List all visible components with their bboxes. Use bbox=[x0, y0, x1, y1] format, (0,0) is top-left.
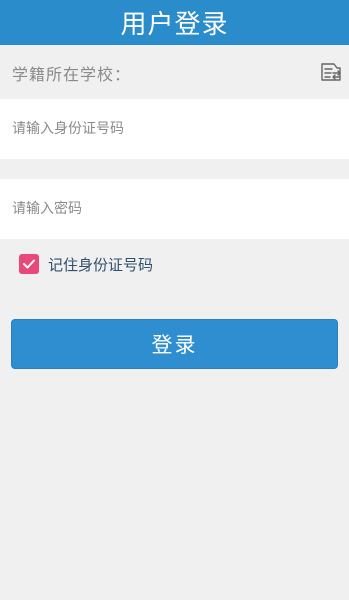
school-select-icon[interactable] bbox=[319, 61, 343, 83]
page-title: 用户登录 bbox=[120, 10, 229, 40]
password-field[interactable] bbox=[0, 179, 349, 239]
app-header: 用户登录 bbox=[0, 0, 349, 45]
remember-id-label: 记住身份证号码 bbox=[48, 255, 154, 274]
password-input[interactable] bbox=[12, 179, 332, 239]
id-number-input[interactable] bbox=[12, 99, 332, 159]
id-number-field[interactable] bbox=[0, 99, 349, 159]
school-label: 学籍所在学校： bbox=[12, 65, 132, 84]
login-button[interactable]: 登录 bbox=[11, 319, 338, 369]
school-selector[interactable]: 学籍所在学校： bbox=[0, 45, 349, 99]
checkbox-checked-icon[interactable] bbox=[19, 254, 39, 274]
remember-id-checkbox[interactable]: 记住身份证号码 bbox=[19, 253, 153, 275]
